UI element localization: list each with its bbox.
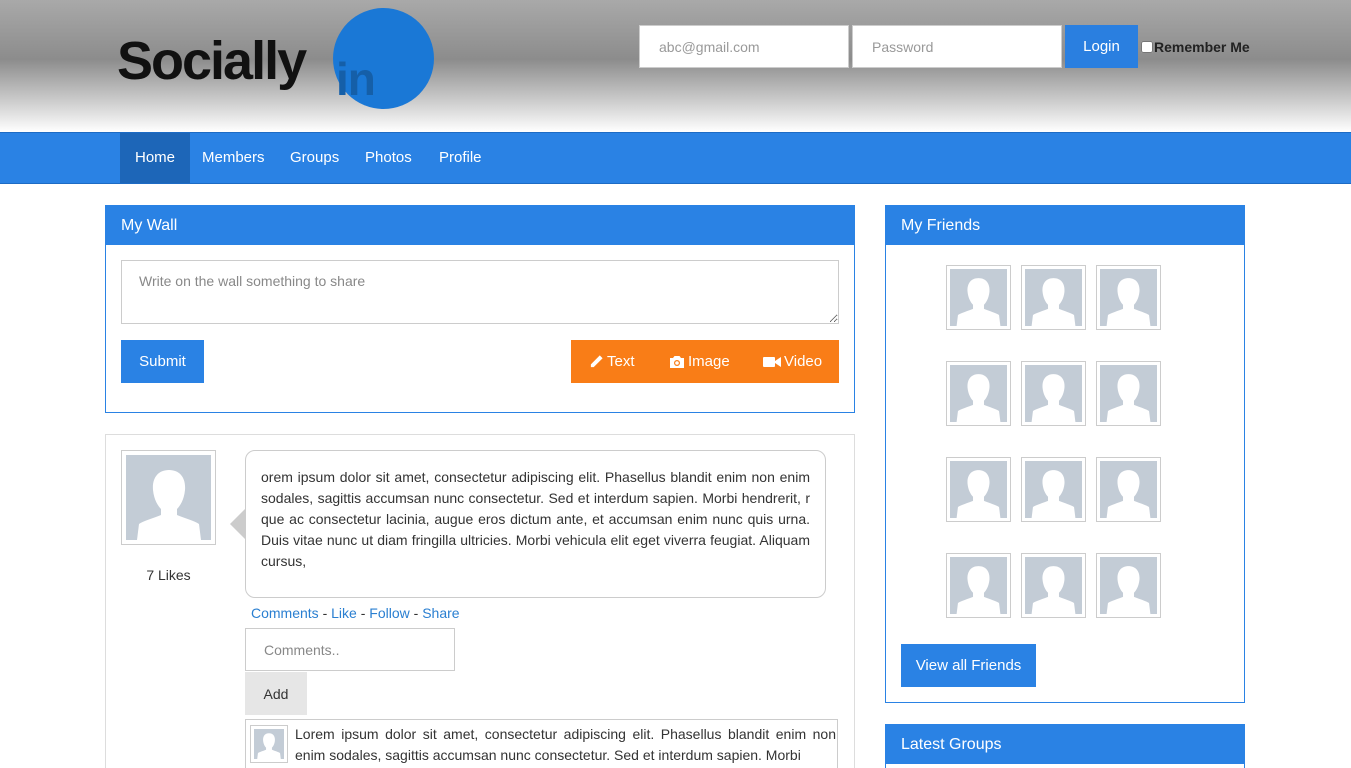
logo-in-mark: in [336, 53, 376, 105]
nav-members[interactable]: Members [187, 133, 280, 183]
friend-avatar[interactable] [946, 361, 1011, 426]
friend-avatar[interactable] [1096, 265, 1161, 330]
likes-count: 7 Likes [146, 567, 191, 583]
follow-link[interactable]: Follow [369, 605, 409, 621]
wall-post: 7 Likes orem ipsum dolor sit amet, conse… [105, 434, 855, 768]
nav-profile[interactable]: Profile [424, 133, 497, 183]
friend-avatar[interactable] [946, 265, 1011, 330]
user-silhouette-icon [1100, 557, 1157, 614]
remember-me[interactable]: Remember Me [1141, 39, 1250, 55]
action-separator: - [360, 605, 366, 621]
add-comment-button[interactable]: Add [245, 672, 307, 715]
user-silhouette-icon [1100, 461, 1157, 518]
user-silhouette-icon [257, 733, 281, 759]
friend-avatar[interactable] [946, 553, 1011, 618]
user-silhouette-icon [1025, 269, 1082, 326]
friend-avatar[interactable] [1021, 361, 1086, 426]
like-link[interactable]: Like [331, 605, 357, 621]
logo[interactable]: Socially in [117, 6, 437, 112]
wall-post-input[interactable] [121, 260, 839, 324]
friend-avatar[interactable] [1096, 361, 1161, 426]
remember-me-checkbox[interactable] [1141, 41, 1153, 53]
latest-groups-title: Latest Groups [886, 725, 1244, 764]
user-silhouette-icon [136, 470, 201, 540]
video-camera-icon [763, 356, 781, 367]
camera-icon [670, 355, 684, 368]
user-silhouette-icon [1025, 365, 1082, 422]
user-silhouette-icon [1100, 269, 1157, 326]
image-post-label: Image [688, 353, 730, 370]
bubble-arrow [230, 509, 245, 539]
text-post-label: Text [607, 353, 635, 370]
comment-input[interactable] [245, 628, 455, 671]
my-friends-panel: My Friends View all Friends [885, 205, 1245, 703]
post-body: orem ipsum dolor sit amet, consectetur a… [245, 450, 826, 598]
user-silhouette-icon [950, 365, 1007, 422]
comment-item: Lorem ipsum dolor sit amet, consectetur … [245, 719, 838, 768]
nav-groups[interactable]: Groups [275, 133, 354, 183]
my-wall-title: My Wall [106, 206, 854, 245]
email-input[interactable] [639, 25, 849, 68]
commenter-avatar[interactable] [250, 725, 288, 763]
latest-groups-panel: Latest Groups [885, 724, 1245, 768]
friend-avatar[interactable] [946, 457, 1011, 522]
main-nav: Home Members Groups Photos Profile [0, 132, 1351, 184]
pencil-icon [590, 355, 603, 368]
action-separator: - [322, 605, 328, 621]
video-post-button[interactable]: Video [763, 340, 822, 383]
video-post-label: Video [784, 353, 823, 370]
friend-avatar[interactable] [1096, 457, 1161, 522]
logo-wordmark: Socially [117, 31, 307, 91]
comments-link[interactable]: Comments [251, 605, 319, 621]
image-post-button[interactable]: Image [669, 340, 730, 383]
site-header: Socially in Login Remember Me [0, 0, 1351, 132]
user-silhouette-icon [950, 557, 1007, 614]
view-all-friends-button[interactable]: View all Friends [901, 644, 1036, 687]
friend-avatar[interactable] [1021, 553, 1086, 618]
user-silhouette-icon [950, 269, 1007, 326]
submit-button[interactable]: Submit [121, 340, 204, 383]
share-link[interactable]: Share [422, 605, 459, 621]
friend-avatar[interactable] [1096, 553, 1161, 618]
my-wall-panel: My Wall Submit Text Image Video [105, 205, 855, 413]
friend-avatar[interactable] [1021, 457, 1086, 522]
post-actions: Comments - Like - Follow - Share [251, 605, 460, 621]
user-silhouette-icon [1025, 557, 1082, 614]
remember-me-label: Remember Me [1154, 39, 1250, 55]
user-silhouette-icon [1100, 365, 1157, 422]
text-post-button[interactable]: Text [589, 340, 635, 383]
comment-text: Lorem ipsum dolor sit amet, consectetur … [295, 726, 836, 763]
user-silhouette-icon [950, 461, 1007, 518]
user-silhouette-icon [1025, 461, 1082, 518]
media-toolbar: Text Image Video [571, 340, 839, 383]
my-friends-title: My Friends [886, 206, 1244, 245]
nav-photos[interactable]: Photos [350, 133, 427, 183]
action-separator: - [413, 605, 419, 621]
post-author-avatar[interactable] [121, 450, 216, 545]
friend-avatar[interactable] [1021, 265, 1086, 330]
nav-home[interactable]: Home [120, 133, 191, 183]
password-input[interactable] [852, 25, 1062, 68]
login-button[interactable]: Login [1065, 25, 1138, 68]
